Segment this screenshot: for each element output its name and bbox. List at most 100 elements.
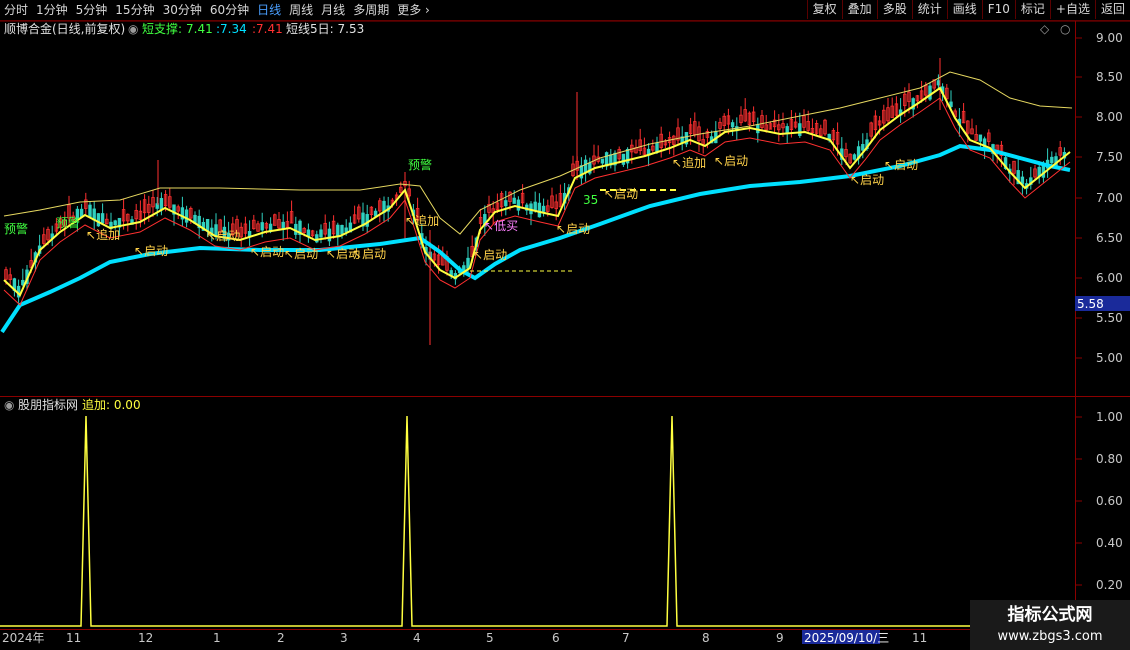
date-label-jul: 7 (622, 631, 630, 645)
arrow-icon: ↖ (405, 214, 416, 228)
candle-body (583, 159, 588, 173)
date-label-apr: 4 (413, 631, 421, 645)
candle-body (852, 154, 857, 160)
arrow-icon: ↖ (326, 247, 337, 261)
watermark-title: 指标公式网 (1007, 605, 1093, 625)
arrow-icon: ↖ (672, 156, 683, 170)
indicator-value-1: 7.41 (186, 22, 213, 36)
date-label-dec: 12 (138, 631, 154, 645)
candle-body (260, 222, 264, 231)
low-buy-text: 低买 (494, 219, 519, 233)
candle-body (88, 204, 92, 218)
arrow-icon: ↖ (206, 229, 217, 243)
y-tick-5-50: 5.50 (1096, 311, 1123, 325)
arrow-icon: ↖ (604, 187, 615, 201)
start-label: ↖启动 (556, 222, 590, 236)
y-tick-8-50: 8.50 (1096, 70, 1123, 84)
close-icon[interactable]: ○ (1060, 22, 1070, 36)
candle-body (373, 210, 378, 217)
indicator-value-2: :7.34 (216, 22, 247, 36)
candle-body (785, 126, 789, 134)
warning-label: 预警 (4, 222, 29, 236)
candle-body (621, 153, 626, 165)
date-label-may: 5 (486, 631, 494, 645)
mid-line (3, 86, 1071, 297)
date-label-jan: 1 (213, 631, 221, 645)
arrow-icon: ↖ (850, 173, 861, 187)
add-text: 追加 (682, 156, 707, 170)
start-label: ↖启动 (206, 229, 240, 243)
indicator-value-3: :7.41 (252, 22, 283, 36)
candle-body (466, 257, 470, 269)
indicator-settings-icon[interactable]: ◉ (128, 22, 138, 36)
date-label-nov-2025: 11 (912, 631, 928, 645)
sub-settings-icon[interactable]: ◉ (4, 398, 14, 412)
arrow-icon: ↖ (284, 247, 295, 261)
start-text: 启动 (294, 247, 319, 261)
start-text: 启动 (894, 158, 919, 172)
ma5-label: 短线5日: 7.53 (286, 22, 365, 36)
chart-canvas[interactable] (0, 0, 1130, 650)
sub-pane-title: 股朋指标网 (18, 398, 79, 412)
diamond-icon[interactable]: ◇ (1040, 22, 1049, 36)
arrow-icon: ↖ (556, 222, 567, 236)
arrow-icon: ↖ (86, 228, 97, 242)
arrow-icon: ↖ (134, 244, 145, 258)
arrow-icon: ↖ (884, 158, 895, 172)
candle-body (365, 214, 369, 227)
watermark-url: www.zbgs3.com (997, 629, 1103, 644)
start-text: 启动 (860, 173, 885, 187)
start-label: ↖启动 (850, 173, 884, 187)
start-label: ↖启动 (604, 187, 638, 201)
candle-body (512, 197, 516, 204)
cursor-date: 2025/09/10/三 (804, 631, 890, 645)
low-buy-label: ↖低买 (484, 219, 518, 233)
candle-body (336, 224, 340, 238)
date-label-mar: 3 (340, 631, 348, 645)
sub-y-tick-0-20: 0.20 (1096, 578, 1123, 592)
y-tick-5-00: 5.00 (1096, 351, 1123, 365)
candles (4, 58, 1067, 345)
price-tag: 5.58 (1077, 297, 1104, 311)
warning-label: 预警 (56, 216, 81, 230)
sub-y-tick-0-40: 0.40 (1096, 536, 1123, 550)
start-text: 启动 (566, 222, 591, 236)
sub-y-tick-0-80: 0.80 (1096, 452, 1123, 466)
date-label-sep: 9 (776, 631, 784, 645)
sub-y-ticks (1076, 416, 1082, 586)
candle-body (798, 123, 802, 136)
watermark: 指标公式网 www.zbgs3.com (970, 600, 1130, 650)
y-tick-9-00: 9.00 (1096, 31, 1123, 45)
candle-body (504, 200, 508, 207)
start-label: ↖启动 (134, 244, 168, 258)
sub-indicator-value: 追加: 0.00 (82, 398, 141, 412)
start-label: ↖启动 (352, 247, 386, 261)
start-text: 启动 (614, 187, 639, 201)
start-label: ↖启动 (473, 248, 507, 262)
y-tick-6-50: 6.50 (1096, 231, 1123, 245)
candle-body (96, 213, 101, 227)
candle-body (516, 199, 521, 211)
support-line (0, 143, 1071, 334)
arrow-icon: ↖ (250, 245, 261, 259)
add-text: 追加 (415, 214, 440, 228)
candle-body (184, 209, 189, 223)
candle-body (861, 144, 865, 151)
add-label: ↖追加 (405, 214, 439, 228)
start-label: ↖启动 (284, 247, 318, 261)
candle-body (600, 158, 605, 164)
candle-body (533, 201, 537, 211)
candle-body (159, 198, 164, 211)
arrow-icon: ↖ (473, 248, 484, 262)
candle-body (319, 229, 323, 238)
candle-body (327, 228, 332, 242)
candle-body (541, 205, 546, 212)
sub-y-tick-0-60: 0.60 (1096, 494, 1123, 508)
y-tick-7-00: 7.00 (1096, 191, 1123, 205)
stock-title: 顺博合金(日线,前复权) (4, 22, 126, 36)
y-tick-8-00: 8.00 (1096, 110, 1123, 124)
candle-body (730, 122, 735, 128)
candle-body (928, 85, 932, 100)
candle-body (100, 213, 105, 224)
candle-body (340, 224, 344, 235)
